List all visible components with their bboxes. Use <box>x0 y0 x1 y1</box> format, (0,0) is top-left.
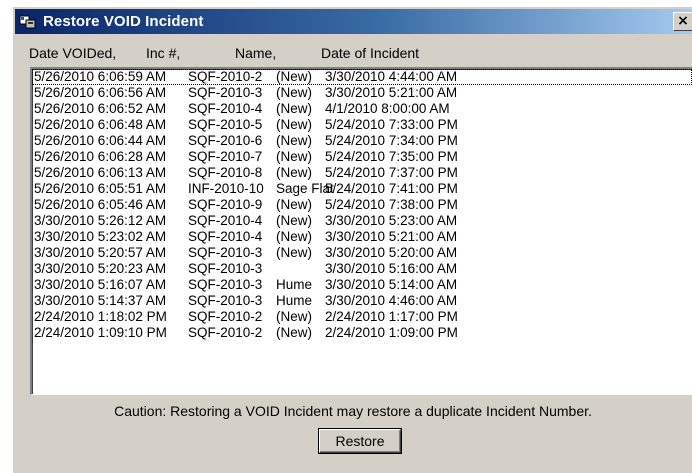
list-item-date-of-incident: 5/24/2010 7:37:00 PM <box>325 165 458 180</box>
list-item-date-of-incident: 3/30/2010 5:21:00 AM <box>325 229 458 244</box>
list-item-date-voided: 5/26/2010 6:06:44 AM <box>34 133 167 148</box>
list-item-date-of-incident: 3/30/2010 5:20:00 AM <box>325 245 458 260</box>
restore-button[interactable]: Restore <box>319 429 401 453</box>
list-item[interactable]: 3/30/2010 5:16:07 AM SQF-2010-3 Hume 3/30/2… <box>32 277 692 293</box>
list-item-name: (New) <box>276 149 312 164</box>
list-item-name: (New) <box>276 101 312 116</box>
list-item-inc-num: SQF-2010-4 <box>188 213 263 228</box>
list-item-date-voided: 5/26/2010 6:06:28 AM <box>34 149 167 164</box>
list-item-date-of-incident: 5/24/2010 7:38:00 PM <box>325 197 458 212</box>
list-item[interactable]: 2/24/2010 1:09:10 PM SQF-2010-2 (New) 2/24/… <box>32 325 692 341</box>
list-item[interactable]: 5/26/2010 6:05:46 AM SQF-2010-9 (New) 5/24/… <box>32 197 692 213</box>
list-item-inc-num: SQF-2010-3 <box>188 85 263 100</box>
list-item[interactable]: 5/26/2010 6:06:59 AM SQF-2010-2 (New) 3/30/… <box>32 69 692 85</box>
list-item-date-of-incident: 4/1/2010 8:00:00 AM <box>325 101 450 116</box>
list-item[interactable]: 2/24/2010 1:18:02 PM SQF-2010-2 (New) 2/24/… <box>32 309 692 325</box>
list-item-inc-num: SQF-2010-5 <box>188 117 263 132</box>
list-item-inc-num: SQF-2010-2 <box>188 325 263 340</box>
list-item-name: (New) <box>276 165 312 180</box>
list-item-name: (New) <box>276 325 312 340</box>
list-item-date-voided: 3/30/2010 5:26:12 AM <box>34 213 167 228</box>
list-item-inc-num: SQF-2010-2 <box>188 309 263 324</box>
list-item-name: (New) <box>276 229 312 244</box>
list-item-name: (New) <box>276 133 312 148</box>
list-item-date-voided: 5/26/2010 6:06:56 AM <box>34 85 167 100</box>
list-item-date-voided: 5/26/2010 6:06:59 AM <box>34 69 167 84</box>
list-item-inc-num: SQF-2010-3 <box>188 277 263 292</box>
list-item-date-voided: 5/26/2010 6:05:51 AM <box>34 181 167 196</box>
list-item-inc-num: INF-2010-10 <box>188 181 264 196</box>
column-header-date-of-incident: Date of Incident <box>321 45 420 61</box>
list-item-date-of-incident: 5/24/2010 7:33:00 PM <box>325 117 458 132</box>
list-item-inc-num: SQF-2010-3 <box>188 293 263 308</box>
list-item-date-voided: 3/30/2010 5:14:37 AM <box>34 293 167 308</box>
column-header-inc-num: Inc #, <box>146 45 181 61</box>
list-item[interactable]: 5/26/2010 6:06:44 AM SQF-2010-6 (New) 5/24/… <box>32 133 692 149</box>
window-title: Restore VOID Incident <box>43 13 204 30</box>
list-item-date-voided: 5/26/2010 6:05:46 AM <box>34 197 167 212</box>
dispatch-app-icon <box>19 14 37 30</box>
list-item-name: (New) <box>276 117 312 132</box>
list-item-date-of-incident: 2/24/2010 1:09:00 PM <box>325 325 458 340</box>
voided-incidents-list[interactable]: 5/26/2010 6:06:59 AM SQF-2010-2 (New) 3/30/… <box>30 67 692 395</box>
list-item[interactable]: 3/30/2010 5:23:02 AM SQF-2010-4 (New) 3/30/… <box>32 229 692 245</box>
list-item[interactable]: 5/26/2010 6:06:56 AM SQF-2010-3 (New) 3/30/… <box>32 85 692 101</box>
list-item[interactable]: 3/30/2010 5:20:23 AM SQF-2010-3 3/30/2010 … <box>32 261 692 277</box>
list-item-date-of-incident: 3/30/2010 5:23:00 AM <box>325 213 458 228</box>
list-item-date-voided: 5/26/2010 6:06:13 AM <box>34 165 167 180</box>
list-item[interactable]: 5/26/2010 6:06:48 AM SQF-2010-5 (New) 5/24/… <box>32 117 692 133</box>
list-item-name: (New) <box>276 85 312 100</box>
list-item-date-voided: 2/24/2010 1:18:02 PM <box>34 309 167 324</box>
restore-void-incident-dialog: Restore VOID Incident × Date VOIDed, Inc… <box>12 6 692 473</box>
list-item-date-of-incident: 5/24/2010 7:34:00 PM <box>325 133 458 148</box>
list-item-date-voided: 3/30/2010 5:20:23 AM <box>34 261 167 276</box>
list-item-inc-num: SQF-2010-2 <box>188 69 263 84</box>
list-item-inc-num: SQF-2010-7 <box>188 149 263 164</box>
column-header-name: Name, <box>235 45 277 61</box>
list-item-date-of-incident: 3/30/2010 4:44:00 AM <box>325 69 458 84</box>
list-item-inc-num: SQF-2010-9 <box>188 197 263 212</box>
list-item-inc-num: SQF-2010-4 <box>188 101 263 116</box>
list-item[interactable]: 5/26/2010 6:06:28 AM SQF-2010-7 (New) 5/24/… <box>32 149 692 165</box>
list-item[interactable]: 3/30/2010 5:26:12 AM SQF-2010-4 (New) 3/30/… <box>32 213 692 229</box>
list-item-date-of-incident: 5/24/2010 7:41:00 PM <box>325 181 458 196</box>
list-item-date-of-incident: 3/30/2010 5:14:00 AM <box>325 277 458 292</box>
list-item-date-of-incident: 5/24/2010 7:35:00 PM <box>325 149 458 164</box>
list-item-date-of-incident: 3/30/2010 5:16:00 AM <box>325 261 458 276</box>
list-item-name: (New) <box>276 213 312 228</box>
list-item[interactable]: 5/26/2010 6:06:52 AM SQF-2010-4 (New) 4/1/2… <box>32 101 692 117</box>
list-item-inc-num: SQF-2010-8 <box>188 165 263 180</box>
list-item-date-of-incident: 3/30/2010 5:21:00 AM <box>325 85 458 100</box>
close-button[interactable]: × <box>673 12 692 31</box>
list-item-inc-num: SQF-2010-6 <box>188 133 263 148</box>
column-header-date-voided: Date VOIDed, <box>29 45 117 61</box>
list-item[interactable]: 3/30/2010 5:14:37 AM SQF-2010-3 Hume 3/30/2… <box>32 293 692 309</box>
list-item-date-of-incident: 2/24/2010 1:17:00 PM <box>325 309 458 324</box>
list-item-name: (New) <box>276 69 312 84</box>
list-item-date-voided: 3/30/2010 5:20:57 AM <box>34 245 167 260</box>
list-item-name: Hume <box>276 293 313 308</box>
list-item-name: Hume <box>276 277 313 292</box>
caution-message: Caution: Restoring a VOID Incident may r… <box>114 403 592 419</box>
title-bar[interactable]: Restore VOID Incident × <box>15 9 692 34</box>
list-item-date-voided: 5/26/2010 6:06:52 AM <box>34 101 167 116</box>
list-item-date-voided: 3/30/2010 5:23:02 AM <box>34 229 167 244</box>
list-item[interactable]: 3/30/2010 5:20:57 AM SQF-2010-3 (New) 3/30/… <box>32 245 692 261</box>
list-item-name: (New) <box>276 197 312 212</box>
list-item-name: (New) <box>276 309 312 324</box>
list-item-name: (New) <box>276 245 312 260</box>
list-item[interactable]: 5/26/2010 6:06:13 AM SQF-2010-8 (New) 5/24/… <box>32 165 692 181</box>
list-item-date-of-incident: 3/30/2010 4:46:00 AM <box>325 293 458 308</box>
list-item[interactable]: 5/26/2010 6:05:51 AM INF-2010-10 Sage Flat… <box>32 181 692 197</box>
list-item-inc-num: SQF-2010-3 <box>188 261 263 276</box>
list-item-date-voided: 5/26/2010 6:06:48 AM <box>34 117 167 132</box>
list-item-inc-num: SQF-2010-4 <box>188 229 263 244</box>
list-item-date-voided: 3/30/2010 5:16:07 AM <box>34 277 167 292</box>
list-item-inc-num: SQF-2010-3 <box>188 245 263 260</box>
list-item-date-voided: 2/24/2010 1:09:10 PM <box>34 325 167 340</box>
